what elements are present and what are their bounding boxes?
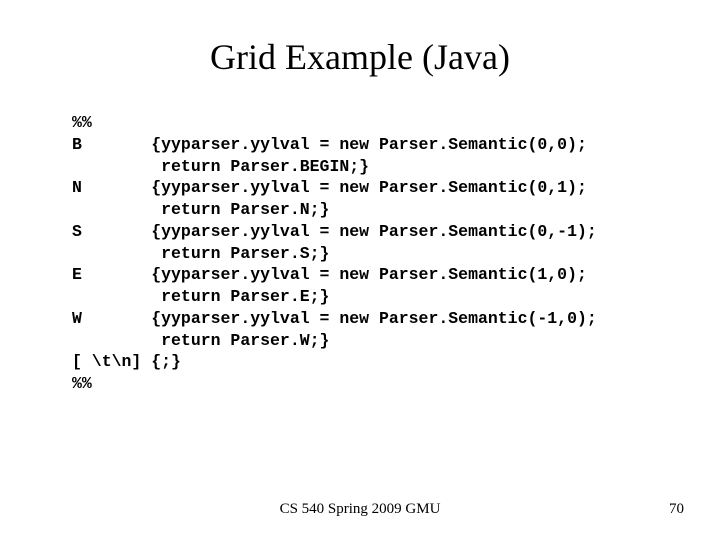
- footer-center: CS 540 Spring 2009 GMU: [0, 501, 720, 518]
- slide: Grid Example (Java) %% B {yyparser.yylva…: [0, 0, 720, 540]
- slide-title: Grid Example (Java): [0, 36, 720, 78]
- code-block: %% B {yyparser.yylval = new Parser.Seman…: [72, 112, 597, 395]
- page-number: 70: [669, 501, 684, 518]
